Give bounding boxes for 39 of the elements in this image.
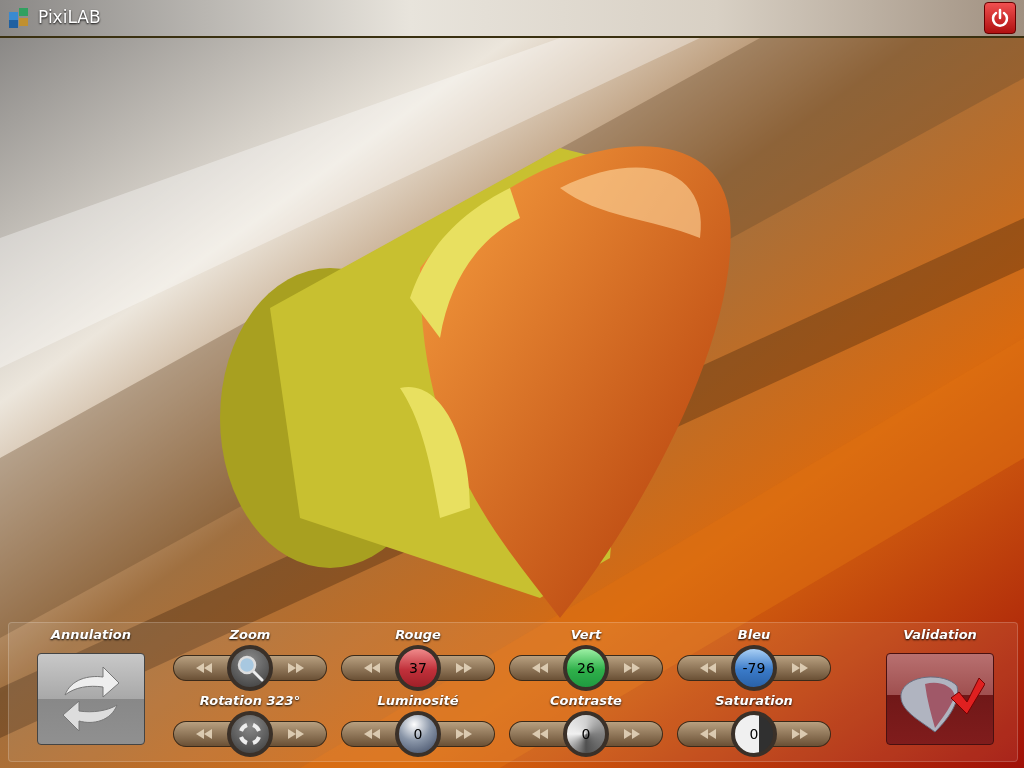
control-label: Contraste [550,693,622,709]
rewind-icon [530,661,550,675]
fast-forward-icon [790,661,810,675]
knob-value: 37 [409,658,427,678]
control-label: Rouge [395,627,441,643]
control-label: Luminosité [377,693,459,709]
undo-label: Annulation [51,627,131,643]
knob-value: 0 [749,724,759,744]
rewind-icon [362,661,382,675]
rewind-icon [698,661,718,675]
rewind-icon [362,727,382,741]
undo-button[interactable] [37,653,145,745]
rewind-icon [194,661,214,675]
magnifier-icon [235,653,265,683]
knob-value: 0 [413,724,423,744]
confirm-label: Validation [903,627,977,643]
fast-forward-icon [286,727,306,741]
rewind-icon [194,727,214,741]
fast-forward-icon [622,661,642,675]
confirm-button[interactable] [886,653,994,745]
rewind-icon [530,727,550,741]
knob-value: -79 [742,658,766,678]
window-title: PixiLAB [38,6,101,30]
control-label: Rotation 323° [199,693,301,709]
rewind-icon [698,727,718,741]
fast-forward-icon [790,727,810,741]
knob-value: 0 [581,724,591,744]
control-label: Saturation [715,693,793,709]
power-icon [990,8,1010,28]
fast-forward-icon [622,727,642,741]
power-button[interactable] [984,2,1016,34]
fast-forward-icon [454,661,474,675]
control-label: Vert [570,627,602,643]
fast-forward-icon [286,661,306,675]
knob-value: 26 [577,658,595,678]
control-label: Bleu [737,627,771,643]
control-label: Zoom [229,627,271,643]
app-logo-icon [8,7,30,29]
fast-forward-icon [454,727,474,741]
